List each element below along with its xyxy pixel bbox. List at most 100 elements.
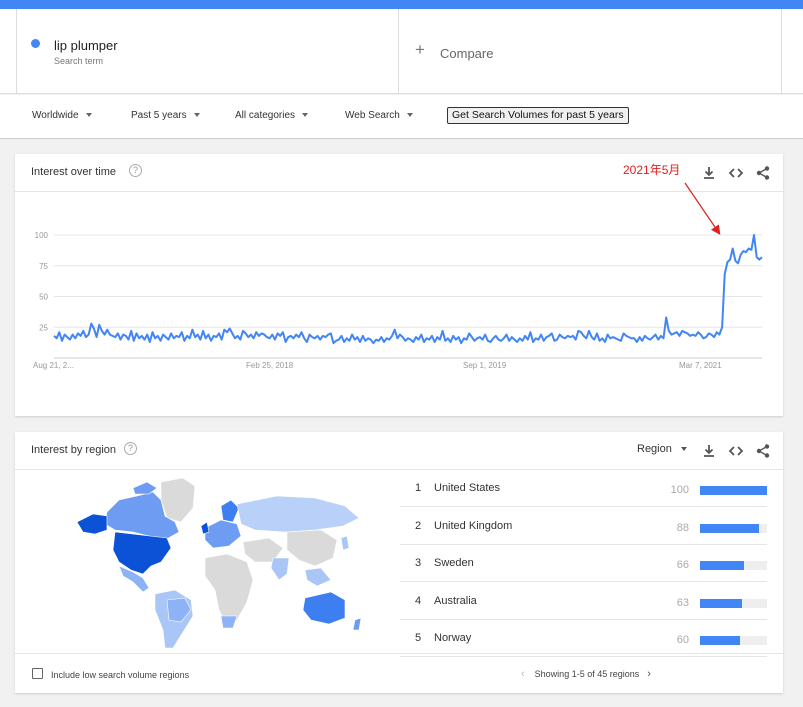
interest-over-time-title: Interest over time [31,166,116,178]
share-icon[interactable] [755,165,771,181]
region-row[interactable]: 5 Norway 60 [400,620,767,657]
region-country[interactable]: United States [434,482,500,494]
map-region-scandinavia [220,499,240,523]
help-icon[interactable]: ? [124,442,137,455]
caret-down-icon [193,113,200,118]
map-region-southeast-asia [304,567,332,587]
chevron-right-icon[interactable]: › [647,668,651,680]
y-tick-label: 75 [39,262,48,271]
caret-down-icon [680,447,687,452]
pagination: ‹ Showing 1-5 of 45 regions › [521,668,651,680]
map-region-united-kingdom [200,521,210,535]
caret-down-icon [302,113,309,118]
compare-label: Compare [440,46,494,61]
category-filter-label: All categories [235,110,296,121]
region-value: 63 [676,596,689,609]
region-country[interactable]: Norway [434,632,471,644]
property-filter-dropdown[interactable]: Web Search [345,110,413,121]
series-color-dot [31,39,40,48]
x-tick-label: Mar 7, 2021 [679,361,722,370]
map-region-japan [340,535,350,551]
geo-filter-label: Worldwide [32,110,79,121]
region-bar-fill [700,561,745,570]
help-icon[interactable]: ? [129,164,142,177]
region-rank: 1 [415,482,422,494]
plus-icon: + [415,40,425,59]
card-footer: Include low search volume regions ‹ Showi… [15,653,783,693]
geo-filter-dropdown[interactable]: Worldwide [32,110,92,121]
caret-down-icon [85,113,92,118]
map-region-new-zealand [352,617,362,631]
region-country[interactable]: Australia [434,595,477,607]
embed-icon[interactable] [728,443,744,459]
region-row[interactable]: 4 Australia 63 [400,583,767,620]
top-accent-bar [0,0,803,9]
interest-by-region-title: Interest by region [31,444,116,456]
map-region-greenland [160,477,196,523]
region-value: 100 [670,484,689,496]
region-bar-fill [700,486,767,495]
search-term-card[interactable]: lip plumper Search term [16,9,399,94]
category-filter-dropdown[interactable]: All categories [235,110,309,121]
map-region-india [270,557,290,581]
chevron-left-icon[interactable]: ‹ [521,668,525,680]
x-tick-label: Aug 21, 2... [33,361,74,370]
region-bar-track [700,486,767,495]
y-tick-label: 100 [35,231,49,240]
region-rank: 2 [415,519,422,532]
search-terms-bar: lip plumper Search term + Compare [0,9,803,94]
region-bar-track [700,561,767,570]
y-tick-label: 50 [39,293,48,302]
region-country[interactable]: United Kingdom [434,520,512,532]
filter-bar: Worldwide Past 5 years All categories We… [0,95,803,139]
region-select-label: Region [637,443,672,455]
region-value: 66 [676,559,689,571]
world-map[interactable] [15,470,399,652]
region-row[interactable]: 3 Sweden 66 [400,545,767,582]
region-row[interactable]: 2 United Kingdom 88 [400,508,767,545]
map-region-russia [236,495,360,533]
region-bar-fill [700,636,741,645]
map-region-alaska [76,513,108,535]
low-volume-label: Include low search volume regions [51,670,190,680]
line-chart[interactable]: 25 50 75 100 Aug 21, 2... Feb 25, 2018 Sep 1, … [15,192,783,412]
pager-text: Showing 1-5 of 45 regions [534,669,640,679]
search-term-subtitle: Search term [54,56,104,66]
x-tick-label: Sep 1, 2019 [463,361,507,370]
card-header: Interest over time ? 2021年5月 [15,154,783,192]
region-rank: 3 [415,557,422,569]
time-filter-dropdown[interactable]: Past 5 years [131,110,200,121]
interest-over-time-card: Interest over time ? 2021年5月 25 50 75 100 Au… [15,154,783,416]
search-term-name[interactable]: lip plumper [54,38,118,53]
region-bar-fill [700,523,759,533]
region-bar-track [700,523,767,533]
x-tick-label: Feb 25, 2018 [246,361,294,370]
region-rank: 4 [415,594,422,607]
interest-by-region-card: Interest by region ? Region 1 United Sta… [15,432,783,693]
map-region-europe [204,519,242,549]
map-region-east-asia [286,529,338,567]
download-icon[interactable] [701,443,717,459]
property-filter-label: Web Search [345,110,400,121]
map-region-south-africa [220,615,238,629]
region-row[interactable]: 1 United States 100 [400,470,767,507]
region-bar-fill [700,598,743,608]
region-bar-track [700,598,767,608]
region-value: 60 [676,634,689,646]
annotation-text: 2021年5月 [623,163,681,177]
map-region-africa [204,553,254,627]
time-filter-label: Past 5 years [131,110,187,121]
caret-down-icon [406,113,413,118]
y-tick-label: 25 [39,323,48,332]
card-header: Interest by region ? Region [15,432,783,470]
region-bar-track [700,636,767,645]
map-region-australia [302,591,346,625]
share-icon[interactable] [755,443,771,459]
region-resolution-dropdown[interactable]: Region [637,443,687,455]
region-value: 88 [676,521,689,534]
get-search-volumes-button[interactable]: Get Search Volumes for past 5 years [447,107,629,124]
compare-button[interactable]: + Compare [399,9,782,94]
low-volume-checkbox[interactable] [32,668,43,679]
region-country[interactable]: Sweden [434,557,474,569]
region-rank: 5 [415,632,422,644]
